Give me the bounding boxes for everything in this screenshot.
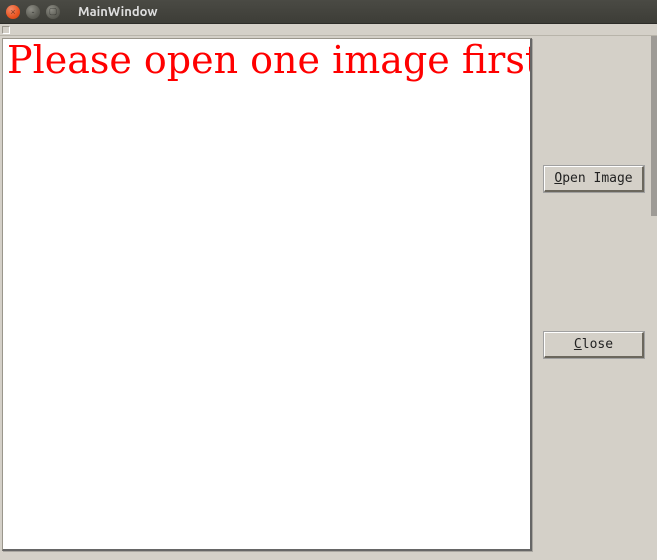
- close-button[interactable]: Close: [544, 332, 644, 358]
- client-area: Please open one image first! Open Image …: [0, 36, 657, 560]
- open-image-button[interactable]: Open Image: [544, 166, 644, 192]
- window-maximize-button[interactable]: ▢: [46, 5, 60, 19]
- window-title: MainWindow: [78, 5, 158, 19]
- window-controls: × ‑ ▢: [6, 5, 60, 19]
- window-minimize-button[interactable]: ‑: [26, 5, 40, 19]
- side-panel: Open Image Close: [540, 36, 655, 560]
- open-image-label: Open Image: [554, 171, 632, 186]
- toolbar-grip-icon: [2, 26, 10, 34]
- close-label: Close: [574, 337, 613, 352]
- placeholder-message: Please open one image first!: [3, 39, 530, 83]
- title-bar: × ‑ ▢ MainWindow: [0, 0, 657, 24]
- window-close-button[interactable]: ×: [6, 5, 20, 19]
- menu-bar: [0, 24, 657, 36]
- right-edge-shadow: [651, 36, 657, 216]
- image-canvas: Please open one image first!: [2, 38, 532, 551]
